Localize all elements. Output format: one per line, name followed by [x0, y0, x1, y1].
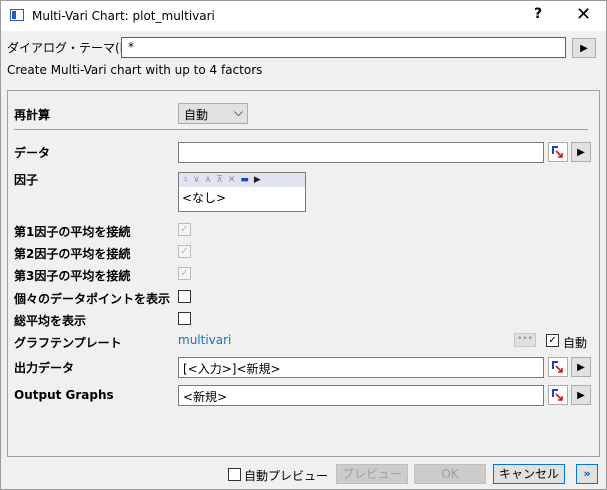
arrow-right-icon: ▶ — [577, 389, 585, 401]
connect-factor3-label: 第3因子の平均を接続 — [14, 269, 131, 283]
preview-button[interactable]: プレビュー — [336, 464, 408, 484]
recalc-label: 再計算 — [14, 108, 51, 122]
move-down-icon[interactable]: ∨ — [193, 175, 200, 185]
factor-list[interactable]: ⩡ ∨ ∧ ⊼ ✕ ▬ ▶ <なし> — [178, 172, 306, 212]
move-bottom-icon[interactable]: ⩡ — [183, 175, 188, 185]
ok-button[interactable]: OK — [414, 464, 486, 484]
arrow-right-icon[interactable]: ▶ — [254, 175, 261, 185]
output-graphs-input[interactable]: <新規> — [178, 385, 544, 406]
dialog-theme-input[interactable]: * — [121, 37, 566, 58]
graph-template-label: グラフテンプレート — [14, 336, 122, 350]
dialog-description: Create Multi-Vari chart with up to 4 fac… — [7, 63, 263, 77]
title-bar: Multi-Vari Chart: plot_multivari ? ✕ — [1, 1, 606, 31]
output-data-menu-button[interactable]: ▶ — [571, 357, 591, 377]
expand-button[interactable]: » — [576, 464, 598, 484]
template-browse-button: ••• — [514, 333, 536, 347]
data-menu-button[interactable]: ▶ — [571, 142, 591, 162]
app-icon — [10, 9, 24, 21]
cancel-button[interactable]: キャンセル — [493, 464, 565, 484]
connect-factor1-checkbox[interactable]: ✓ — [178, 223, 191, 236]
help-button[interactable]: ? — [534, 6, 542, 22]
divider — [14, 129, 588, 130]
template-auto-label: 自動 — [563, 336, 588, 350]
range-select-icon — [552, 146, 563, 158]
settings-panel: 再計算 自動 ⌵ データ ▶ 因子 ⩡ ∨ ∧ ⊼ ✕ ▬ ▶ <なし> 第1因… — [7, 90, 600, 457]
connect-factor2-label: 第2因子の平均を接続 — [14, 247, 131, 261]
window-title: Multi-Vari Chart: plot_multivari — [32, 9, 215, 23]
dialog-theme-label: ダイアログ・テーマ(H) — [7, 41, 134, 55]
auto-preview-label: 自動プレビュー — [244, 469, 329, 483]
data-input[interactable] — [178, 142, 544, 163]
grand-mean-label: 総平均を表示 — [14, 314, 87, 328]
show-points-label: 個々のデータポイントを表示 — [14, 292, 171, 306]
move-top-icon[interactable]: ⊼ — [216, 175, 223, 185]
close-button[interactable]: ✕ — [576, 4, 591, 25]
arrow-right-icon: ▶ — [577, 361, 585, 373]
output-data-selector-button[interactable] — [548, 357, 568, 377]
output-graphs-selector-button[interactable] — [548, 385, 568, 405]
grand-mean-checkbox[interactable] — [178, 312, 191, 325]
recalc-value: 自動 — [184, 108, 209, 122]
factor-toolbar: ⩡ ∨ ∧ ⊼ ✕ ▬ ▶ — [179, 173, 305, 187]
data-label: データ — [14, 146, 51, 160]
factor-label: 因子 — [14, 173, 39, 187]
output-data-input[interactable]: [<入力>]<新規> — [178, 357, 544, 378]
arrow-right-icon: ▶ — [577, 146, 585, 158]
data-selector-button[interactable] — [548, 142, 568, 162]
arrow-right-icon: ▶ — [580, 42, 588, 54]
range-select-icon — [552, 361, 563, 373]
chevron-down-icon: ⌵ — [233, 105, 243, 119]
list-item[interactable]: <なし> — [179, 187, 305, 208]
template-auto-checkbox[interactable]: ✓ — [546, 334, 559, 347]
add-range-icon[interactable]: ▬ — [240, 175, 249, 185]
multivari-dialog: Multi-Vari Chart: plot_multivari ? ✕ ダイア… — [0, 0, 607, 490]
theme-menu-button[interactable]: ▶ — [572, 38, 596, 58]
recalc-select[interactable]: 自動 ⌵ — [178, 103, 248, 124]
output-graphs-menu-button[interactable]: ▶ — [571, 385, 591, 405]
connect-factor3-checkbox[interactable]: ✓ — [178, 267, 191, 280]
move-up-icon[interactable]: ∧ — [205, 175, 212, 185]
auto-preview-checkbox[interactable] — [228, 468, 241, 481]
graph-template-link[interactable]: multivari — [178, 333, 231, 347]
output-graphs-label: Output Graphs — [14, 388, 114, 402]
range-select-icon — [552, 389, 563, 401]
connect-factor2-checkbox[interactable]: ✓ — [178, 245, 191, 258]
output-data-label: 出力データ — [14, 361, 75, 375]
delete-icon[interactable]: ✕ — [228, 175, 236, 185]
show-points-checkbox[interactable] — [178, 290, 191, 303]
connect-factor1-label: 第1因子の平均を接続 — [14, 225, 131, 239]
